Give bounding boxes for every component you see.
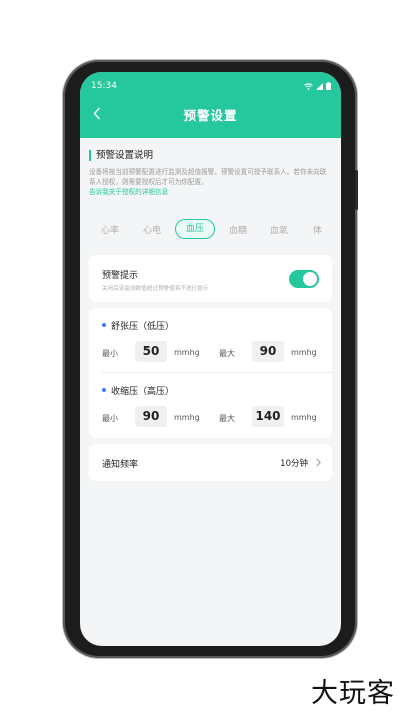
page-title: 预警设置	[183, 108, 238, 123]
systolic-max-label: 最大	[219, 414, 235, 423]
systolic-max-unit: mmhg	[291, 413, 317, 422]
systolic-title: 收缩压（高压）	[111, 387, 175, 397]
tab-heart-rate[interactable]: 心率	[101, 223, 119, 236]
diastolic-max-input[interactable]: 90	[252, 341, 284, 362]
tab-blood-sugar[interactable]: 血糖	[229, 223, 247, 236]
status-icons	[304, 82, 331, 90]
intro-title: 预警设置说明	[89, 150, 332, 161]
systolic-max-input[interactable]: 140	[252, 406, 284, 427]
tab-body-temp[interactable]: 体	[313, 223, 322, 236]
phone-side-button	[355, 170, 358, 210]
frequency-value: 10分钟	[280, 459, 308, 469]
intro-section: 预警设置说明 设备将按当前预警配置进行监测及超值报警。预警设置可授予联系人。若你…	[89, 150, 332, 197]
intro-text: 设备将按当前预警配置进行监测及超值报警。预警设置可授予联系人。若你未向联系人授权…	[89, 168, 327, 186]
chevron-right-icon	[316, 458, 321, 467]
status-time: 15:34	[91, 81, 117, 91]
tab-ecg[interactable]: 心电	[143, 223, 161, 236]
systolic-min-unit: mmhg	[174, 413, 200, 422]
diastolic-min-unit: mmhg	[174, 348, 200, 357]
diastolic-min-label: 最小	[102, 349, 118, 358]
alert-label: 预警提示	[102, 271, 139, 281]
frequency-label: 通知频率	[102, 460, 139, 470]
tab-blood-pressure[interactable]: 血压	[175, 219, 215, 239]
battery-icon	[326, 82, 331, 90]
app-header: 15:34 预警设置	[80, 72, 341, 138]
authorization-info-link[interactable]: 告诉我关于授权的详细信息	[89, 187, 332, 197]
frequency-row[interactable]: 通知频率 10分钟	[89, 444, 332, 481]
systolic-min-input[interactable]: 90	[135, 406, 167, 427]
pressure-card: 舒张压（低压） 最小 50 mmhg 最大 90 mmhg 收缩压（高压） 最小…	[89, 308, 332, 438]
alert-card: 预警提示 关闭后该监测数值超过预警值将不进行提示	[89, 255, 332, 302]
app-screen: 15:34 预警设置 预警设置说明 设备将按当前预警配置进行监测及超值报警。预警…	[80, 72, 341, 646]
systolic-min-label: 最小	[102, 414, 118, 423]
systolic-bullet	[102, 388, 106, 392]
signal-icon	[316, 82, 323, 90]
section-divider	[102, 372, 332, 373]
alert-description: 关闭后该监测数值超过预警值将不进行提示	[102, 286, 209, 292]
diastolic-max-unit: mmhg	[291, 348, 317, 357]
alert-toggle[interactable]	[289, 270, 319, 288]
wifi-icon	[304, 82, 313, 90]
diastolic-title: 舒张压（低压）	[111, 322, 175, 332]
brand-watermark: 大玩客	[311, 678, 395, 709]
toggle-knob	[303, 272, 317, 286]
tab-blood-oxygen[interactable]: 血氧	[270, 223, 288, 236]
diastolic-min-input[interactable]: 50	[135, 341, 167, 362]
diastolic-bullet	[102, 323, 106, 327]
metric-tabs: 心率 心电 血压 血糖 血氧 体	[80, 219, 341, 241]
diastolic-max-label: 最大	[219, 349, 235, 358]
